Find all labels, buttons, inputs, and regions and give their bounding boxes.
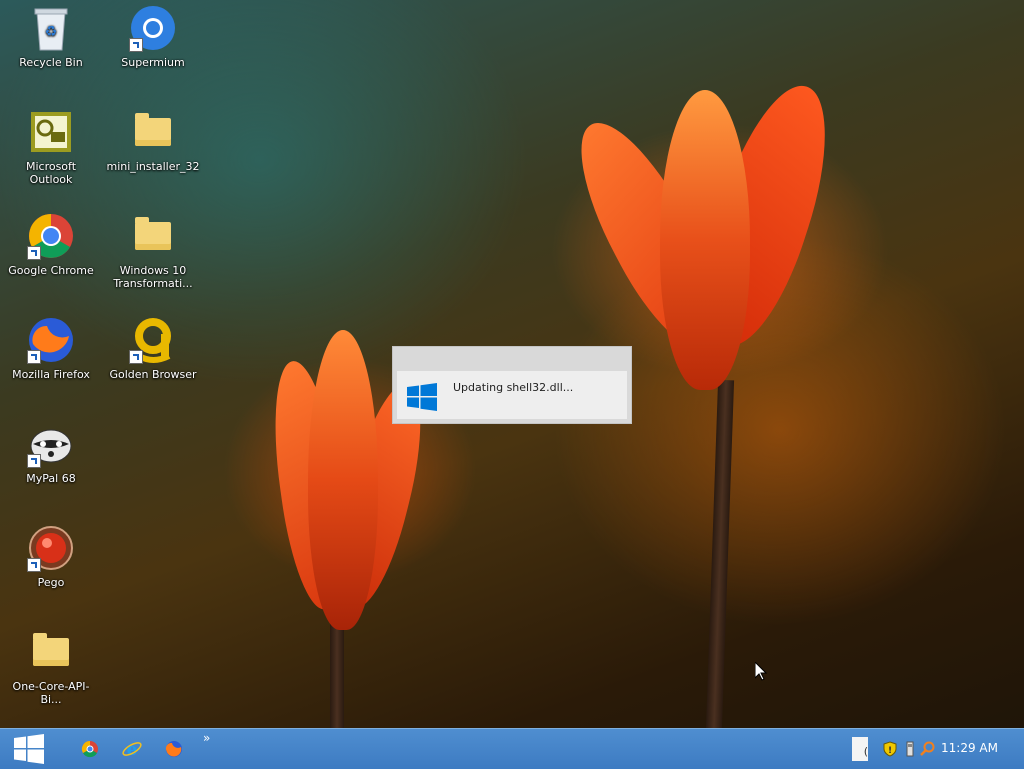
desktop-icon-mozilla-firefox[interactable]: Mozilla Firefox	[1, 316, 101, 381]
input-indicator-label: (	[863, 745, 868, 758]
desktop-icon-golden-browser[interactable]: Golden Browser	[103, 316, 203, 381]
tray-search-icon[interactable]	[920, 741, 936, 757]
popup-body: Updating shell32.dll...	[397, 371, 627, 419]
taskbar-internet-explorer-button[interactable]: e	[120, 737, 144, 761]
input-indicator[interactable]: (	[852, 737, 868, 761]
shortcut-arrow-icon	[27, 558, 41, 572]
tray-security-shield-icon[interactable]: !	[882, 741, 898, 757]
taskbar-clock[interactable]: 11:29 AM	[941, 741, 998, 755]
firefox-icon	[27, 316, 75, 364]
taskbar-overflow-chevron[interactable]: »	[203, 731, 210, 745]
desktop-icon-one-core-api[interactable]: One-Core-API-Bi...	[1, 628, 101, 706]
desktop-icon-label: MyPal 68	[26, 472, 76, 485]
desktop-icon-label: Recycle Bin	[19, 56, 83, 69]
chrome-icon	[27, 212, 75, 260]
outlook-icon	[27, 108, 75, 156]
firefox-icon	[165, 741, 182, 757]
svg-text:!: !	[888, 746, 892, 756]
shortcut-arrow-icon	[129, 38, 143, 52]
folder-icon	[129, 108, 177, 156]
desktop-icon-supermium[interactable]: Supermium	[103, 4, 203, 69]
start-button[interactable]	[0, 729, 58, 769]
desktop-icon-windows10-transformation[interactable]: Windows 10 Transformati...	[103, 212, 203, 290]
desktop-icon-mini-installer[interactable]: mini_installer_32	[103, 108, 203, 173]
desktop-icon-label: Pego	[37, 576, 65, 589]
desktop-icon-label: mini_installer_32	[106, 160, 200, 173]
mouse-cursor-icon	[754, 660, 768, 685]
desktop-icon-recycle-bin[interactable]: ♻ Recycle Bin	[1, 4, 101, 69]
desktop-icon-microsoft-outlook[interactable]: Microsoft Outlook	[1, 108, 101, 186]
taskbar-chrome-button[interactable]	[78, 737, 102, 761]
desktop-icon-label: Google Chrome	[8, 264, 94, 277]
tray-usb-device-icon[interactable]	[902, 741, 918, 757]
wallpaper-tulip-right	[555, 72, 850, 731]
golden-browser-icon	[129, 316, 177, 364]
internet-explorer-icon: e	[122, 740, 142, 760]
desktop-icon-pego[interactable]: Pego	[1, 524, 101, 589]
shortcut-arrow-icon	[129, 350, 143, 364]
desktop-icon-mypal[interactable]: MyPal 68	[1, 420, 101, 485]
desktop-icon-label: Microsoft Outlook	[25, 160, 77, 186]
shortcut-arrow-icon	[27, 350, 41, 364]
desktop-icon-label: Mozilla Firefox	[12, 368, 90, 381]
shortcut-arrow-icon	[27, 246, 41, 260]
desktop-icon-label: Windows 10 Transformati...	[113, 264, 193, 290]
recycle-bin-icon: ♻	[27, 4, 75, 52]
chrome-icon	[81, 740, 98, 758]
desktop-icon-label: Supermium	[121, 56, 185, 69]
shortcut-arrow-icon	[27, 454, 41, 468]
desktop-icon-label: One-Core-API-Bi...	[12, 680, 90, 706]
supermium-icon	[129, 4, 177, 52]
mypal-raccoon-icon	[27, 420, 75, 468]
folder-icon	[129, 212, 177, 260]
popup-message: Updating shell32.dll...	[453, 381, 574, 394]
desktop-icon-google-chrome[interactable]: Google Chrome	[1, 212, 101, 277]
taskbar-firefox-button[interactable]	[162, 737, 186, 761]
windows-logo-icon	[407, 383, 437, 411]
taskbar: e » ( ! 11:29 AM	[0, 728, 1024, 769]
svg-text:♻: ♻	[45, 24, 58, 40]
folder-icon	[27, 628, 75, 676]
update-notification-popup: Updating shell32.dll...	[392, 346, 632, 424]
windows-start-icon	[14, 734, 44, 764]
pego-icon	[27, 524, 75, 572]
desktop-icon-label: Golden Browser	[109, 368, 197, 381]
